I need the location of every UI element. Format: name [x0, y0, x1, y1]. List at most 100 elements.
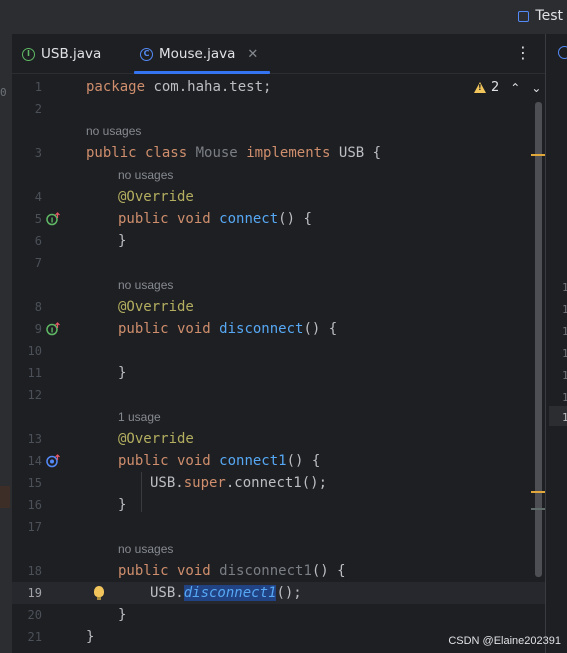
line-number: 1	[562, 303, 567, 316]
line-number: 10	[27, 344, 42, 358]
line-number: 20	[27, 608, 42, 622]
title-bar: Test	[0, 0, 567, 34]
warning-stripe[interactable]	[531, 491, 545, 493]
editor-tab-bar: I USB.java C Mouse.java ✕ ⋮	[12, 34, 545, 74]
code-line[interactable]: 6 }	[12, 230, 545, 252]
vertical-scrollbar[interactable]	[535, 102, 542, 577]
svg-text:I: I	[51, 327, 54, 335]
code-text: public void disconnect() {	[118, 321, 338, 337]
line-number: 18	[27, 564, 42, 578]
code-line[interactable]: 13 @Override	[12, 428, 545, 450]
run-config-icon	[518, 10, 530, 22]
code-text: }	[118, 233, 127, 249]
line-number: 11	[27, 366, 42, 380]
info-stripe[interactable]	[531, 508, 545, 510]
usages-hint[interactable]: no usages	[118, 274, 173, 296]
overrides-method-icon[interactable]	[46, 454, 60, 468]
close-icon[interactable]: ✕	[247, 47, 258, 62]
line-number: 7	[34, 256, 42, 270]
code-line[interactable]: 14 public void connect1() {	[12, 450, 545, 472]
tab-label: USB.java	[41, 46, 102, 62]
code-line[interactable]: 5 I public void connect() {	[12, 208, 545, 230]
code-line[interactable]: 12	[12, 384, 545, 406]
line-number: 8	[34, 300, 42, 314]
interface-icon: I	[22, 47, 35, 61]
svg-text:I: I	[51, 217, 54, 225]
code-text: }	[86, 629, 95, 645]
line-number: 1	[562, 391, 567, 404]
line-number: 3	[34, 146, 42, 160]
implements-method-icon[interactable]: I	[46, 212, 60, 226]
code-text: USB.disconnect1();	[150, 585, 302, 601]
tab-label: Mouse.java	[159, 46, 236, 62]
usages-hint[interactable]: no usages	[118, 164, 173, 186]
line-number: 5	[34, 212, 42, 226]
inlay-hint-line: no usages	[12, 274, 545, 296]
code-line[interactable]: 4 @Override	[12, 186, 545, 208]
code-text: }	[118, 365, 127, 381]
inlay-hint-line: 1 usage	[12, 406, 545, 428]
run-configuration[interactable]: Test	[518, 6, 563, 26]
code-text: USB.super.connect1();	[150, 475, 328, 491]
code-line[interactable]: 2	[12, 98, 545, 120]
line-number: 2	[34, 102, 42, 116]
left-strip-char: 0	[0, 86, 7, 99]
right-split-editor[interactable]: 1 1 1 1 1 1 1	[545, 34, 567, 653]
left-tool-strip: 0	[0, 34, 12, 653]
code-line[interactable]: 17	[12, 516, 545, 538]
line-number: 9	[34, 322, 42, 336]
usages-hint[interactable]: no usages	[86, 120, 141, 142]
indent-guide	[141, 472, 142, 512]
line-number: 17	[27, 520, 42, 534]
code-text: @Override	[118, 299, 194, 315]
code-line[interactable]: 8 @Override	[12, 296, 545, 318]
line-number: 4	[34, 190, 42, 204]
code-line[interactable]: 15 USB.super.connect1();	[12, 472, 545, 494]
code-text: package com.haha.test;	[86, 79, 272, 95]
code-text: public void connect1() {	[118, 453, 321, 469]
implements-method-icon[interactable]: I	[46, 322, 60, 336]
tab-mouse-java[interactable]: C Mouse.java ✕	[134, 34, 271, 74]
code-line[interactable]: 9 I public void disconnect() {	[12, 318, 545, 340]
usages-hint[interactable]: 1 usage	[118, 406, 161, 428]
code-line[interactable]: 10	[12, 340, 545, 362]
watermark: CSDN @Elaine202391	[448, 635, 561, 647]
code-text: public void disconnect1() {	[118, 563, 346, 579]
run-config-label: Test	[535, 8, 563, 24]
code-line[interactable]: 11 }	[12, 362, 545, 384]
code-text: public void connect() {	[118, 211, 312, 227]
line-number: 12	[27, 388, 42, 402]
code-text: @Override	[118, 189, 194, 205]
code-text: public class Mouse implements USB {	[86, 145, 382, 161]
line-number: 21	[27, 630, 42, 644]
usages-hint[interactable]: no usages	[118, 538, 173, 560]
line-number: 1	[562, 325, 567, 338]
code-line[interactable]: 7	[12, 252, 545, 274]
line-number: 1	[562, 411, 567, 424]
code-editor[interactable]: 2 ⌃ ⌄ 1 package com.haha.test; 2 no usag…	[12, 74, 545, 653]
tab-usb-java[interactable]: I USB.java	[22, 34, 101, 74]
code-text: }	[118, 497, 127, 513]
warning-stripe[interactable]	[531, 154, 545, 156]
line-number: 14	[27, 454, 42, 468]
code-line[interactable]: 18 public void disconnect1() {	[12, 560, 545, 582]
line-number: 16	[27, 498, 42, 512]
line-number: 1	[562, 347, 567, 360]
code-line-current[interactable]: 19 USB.disconnect1();	[12, 582, 545, 604]
class-icon: C	[140, 47, 153, 61]
code-line[interactable]: 1 package com.haha.test;	[12, 76, 545, 98]
more-options-icon[interactable]: ⋮	[515, 44, 531, 62]
line-number: 1	[562, 369, 567, 382]
inlay-hint-line: no usages	[12, 164, 545, 186]
left-strip-marker	[0, 486, 10, 508]
code-text: @Override	[118, 431, 194, 447]
inlay-hint-line: no usages	[12, 120, 545, 142]
code-text: }	[118, 607, 127, 623]
code-line[interactable]: 16 }	[12, 494, 545, 516]
code-line[interactable]: 3 public class Mouse implements USB {	[12, 142, 545, 164]
line-number: 13	[27, 432, 42, 446]
line-number: 1	[562, 281, 567, 294]
code-line[interactable]: 20 }	[12, 604, 545, 626]
line-number: 19	[27, 586, 42, 600]
line-number: 1	[34, 80, 42, 94]
